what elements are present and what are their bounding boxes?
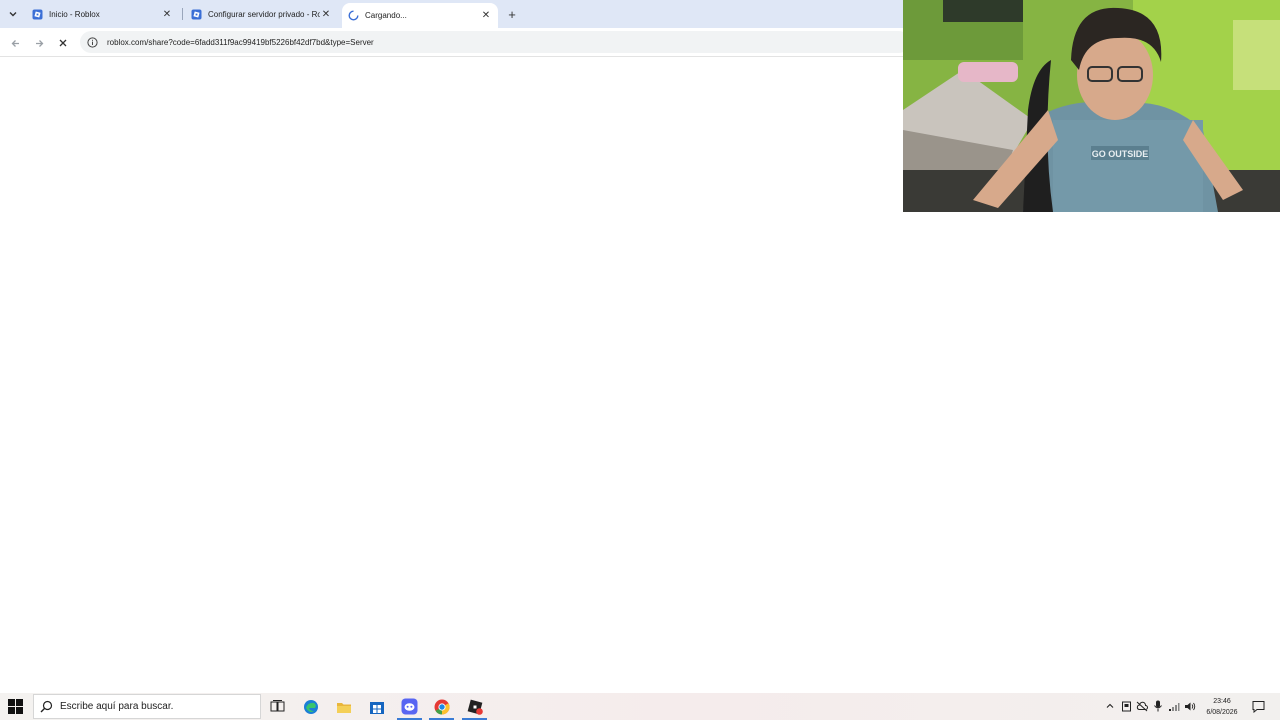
store-icon[interactable]	[368, 698, 385, 715]
roblox-icon	[191, 9, 202, 20]
microphone-icon[interactable]	[1152, 700, 1164, 712]
device-icon[interactable]	[1120, 700, 1132, 712]
chevron-up-icon[interactable]	[1104, 700, 1116, 712]
tab-configurar-servidor[interactable]: Configurar servidor privado - Ro ✕	[185, 3, 338, 25]
loading-spinner-icon	[348, 10, 359, 21]
taskbar-search-box[interactable]: Escribe aquí para buscar.	[33, 694, 261, 719]
tab-title: Cargando...	[365, 11, 407, 20]
edge-icon[interactable]	[302, 698, 319, 715]
discord-icon[interactable]	[401, 698, 418, 715]
close-tab-icon[interactable]: ✕	[161, 8, 173, 20]
webcam-overlay: GO OUTSIDE	[903, 0, 1280, 212]
close-tab-icon[interactable]: ✕	[480, 10, 492, 22]
chrome-icon[interactable]	[433, 698, 450, 715]
file-explorer-icon[interactable]	[335, 698, 352, 715]
forward-arrow-icon[interactable]	[31, 35, 47, 51]
shirt-text: GO OUTSIDE	[1092, 149, 1149, 159]
tab-inicio-roblox[interactable]: Inicio - Roblox ✕	[26, 3, 179, 25]
network-icon[interactable]	[1168, 700, 1180, 712]
new-tab-button[interactable]: +	[505, 7, 519, 22]
windows-start-icon[interactable]	[8, 699, 23, 714]
close-tab-icon[interactable]: ✕	[320, 8, 332, 20]
tab-cargando[interactable]: Cargando... ✕	[342, 3, 498, 28]
stop-loading-icon[interactable]	[55, 35, 71, 51]
task-view-icon[interactable]	[269, 698, 286, 715]
tab-title: Configurar servidor privado - Ro	[208, 9, 320, 19]
taskbar: Escribe aquí para buscar. 23:46 6/08/202…	[0, 693, 1280, 720]
url-text: roblox.com/share?code=6fadd311f9ac99419b…	[107, 37, 374, 47]
webcam-scene-image: GO OUTSIDE	[903, 0, 1280, 212]
notification-center-icon[interactable]	[1252, 700, 1265, 713]
address-bar[interactable]: roblox.com/share?code=6fadd311f9ac99419b…	[80, 31, 910, 53]
clock-time: 23:46	[1213, 698, 1231, 705]
back-arrow-icon[interactable]	[7, 35, 23, 51]
system-clock[interactable]: 23:46 6/08/2026	[1200, 696, 1244, 718]
tab-search-chevron-icon[interactable]	[6, 7, 20, 21]
roblox-icon	[32, 9, 43, 20]
tab-divider	[182, 8, 183, 20]
search-icon	[40, 700, 53, 713]
roblox-icon[interactable]	[466, 698, 483, 715]
cloud-offline-icon[interactable]	[1136, 700, 1148, 712]
tab-title: Inicio - Roblox	[49, 9, 100, 19]
search-placeholder: Escribe aquí para buscar.	[60, 701, 174, 712]
clock-date: 6/08/2026	[1206, 709, 1238, 716]
site-info-icon[interactable]	[86, 36, 98, 48]
volume-icon[interactable]	[1184, 700, 1196, 712]
